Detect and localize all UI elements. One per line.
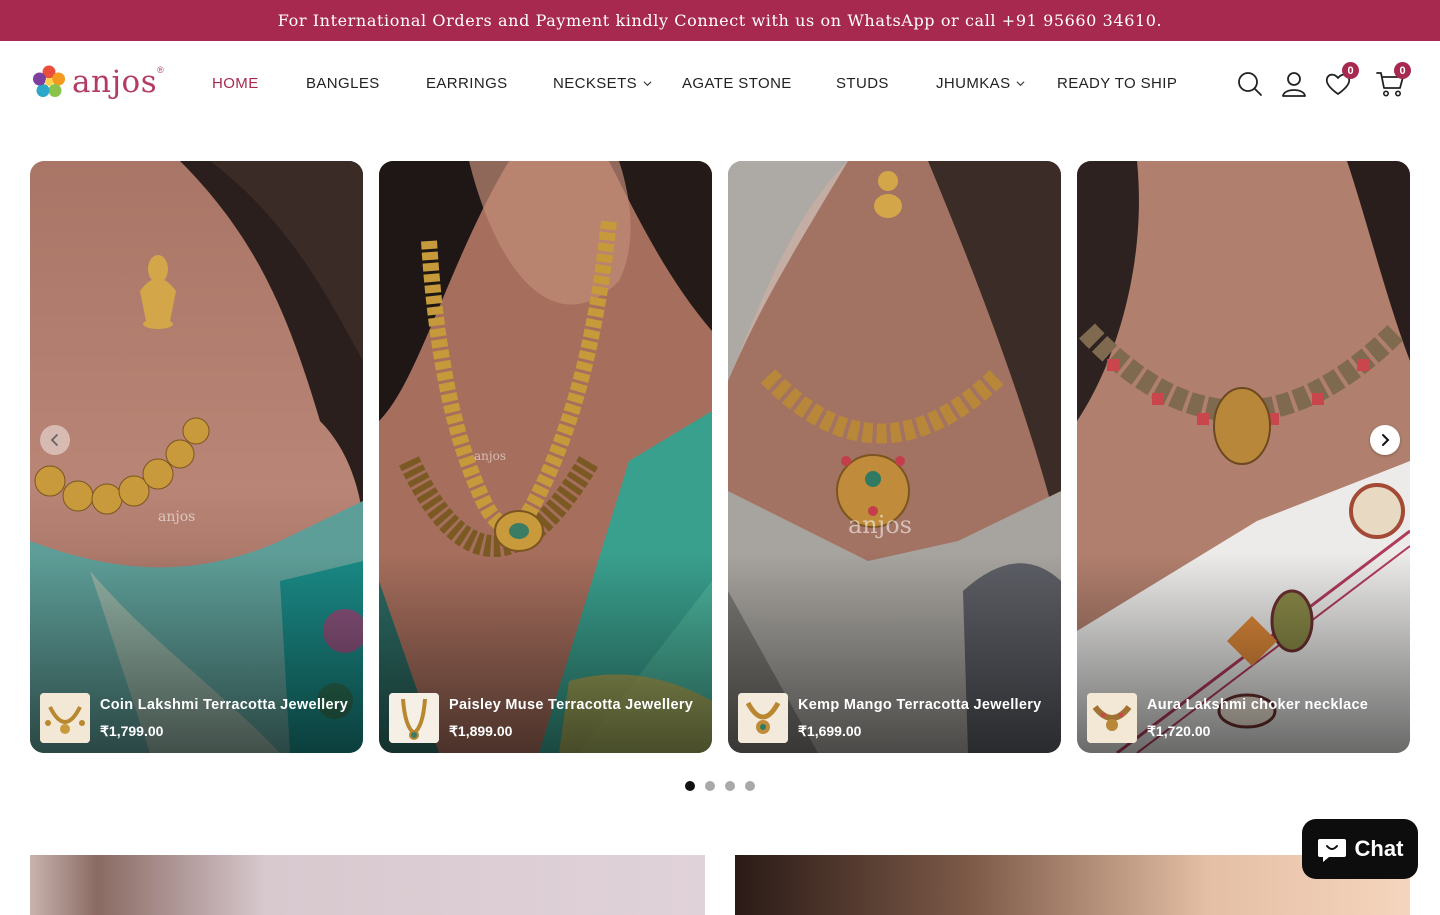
carousel-pagination bbox=[0, 781, 1440, 791]
chevron-left-icon bbox=[50, 434, 58, 446]
nav-agate-stone[interactable]: AGATE STONE bbox=[682, 75, 792, 92]
nav-ready-to-ship[interactable]: READY TO SHIP bbox=[1057, 75, 1177, 92]
cart-count-badge: 0 bbox=[1394, 62, 1411, 79]
announcement-text: For International Orders and Payment kin… bbox=[277, 11, 1163, 30]
site-header: anjos ® HOME BANGLES EARRINGS NECKSETS A… bbox=[0, 41, 1440, 125]
product-card[interactable]: Aura Lakshmi choker necklace ₹1,720.00 bbox=[1077, 161, 1410, 753]
carousel-prev-button[interactable] bbox=[40, 425, 70, 455]
product-title: Kemp Mango Terracotta Jewellery bbox=[798, 696, 1042, 713]
nav-studs[interactable]: STUDS bbox=[836, 75, 889, 92]
chat-button[interactable]: Chat bbox=[1302, 819, 1418, 879]
product-title: Aura Lakshmi choker necklace bbox=[1147, 696, 1369, 713]
watermark-text: anjos bbox=[158, 509, 196, 525]
carousel-dot-4[interactable] bbox=[745, 781, 755, 791]
wishlist-count-badge: 0 bbox=[1342, 62, 1359, 79]
nav-bangles[interactable]: BANGLES bbox=[306, 75, 380, 92]
product-thumbnail bbox=[1087, 693, 1137, 743]
product-thumbnail bbox=[738, 693, 788, 743]
carousel-dot-3[interactable] bbox=[725, 781, 735, 791]
chat-label: Chat bbox=[1354, 836, 1404, 861]
watermark-text: anjos bbox=[474, 449, 506, 463]
product-thumbnail bbox=[389, 693, 439, 743]
cart-button[interactable]: 0 bbox=[1376, 62, 1411, 98]
carousel-next-button[interactable] bbox=[1370, 425, 1400, 455]
product-card[interactable]: anjos Paisley Muse Terracotta Jewellery … bbox=[379, 161, 712, 753]
chevron-right-icon bbox=[1382, 434, 1390, 446]
carousel-dot-1[interactable] bbox=[685, 781, 695, 791]
wishlist-button[interactable]: 0 bbox=[1324, 62, 1359, 98]
product-info[interactable]: Aura Lakshmi choker necklace ₹1,720.00 bbox=[1087, 693, 1402, 743]
product-thumbnail bbox=[40, 693, 90, 743]
nav-necksets[interactable]: NECKSETS bbox=[553, 75, 652, 92]
carousel-dot-2[interactable] bbox=[705, 781, 715, 791]
product-title: Coin Lakshmi Terracotta Jewellery bbox=[100, 696, 349, 713]
product-price: ₹1,699.00 bbox=[798, 722, 862, 739]
product-card[interactable]: anjos Kemp Mango Terracotta Jewellery ₹1… bbox=[728, 161, 1061, 753]
user-icon[interactable] bbox=[1280, 70, 1308, 98]
product-info[interactable]: Kemp Mango Terracotta Jewellery ₹1,699.0… bbox=[738, 693, 1053, 743]
nav-home[interactable]: HOME bbox=[212, 75, 259, 92]
promo-banner-left[interactable] bbox=[30, 855, 705, 915]
chevron-down-icon bbox=[643, 81, 652, 87]
product-video-carousel: anjos Coin Lakshmi Terracotta Jewellery … bbox=[30, 161, 1410, 753]
chevron-down-icon bbox=[1017, 81, 1025, 87]
nav-jhumkas[interactable]: JHUMKAS bbox=[936, 75, 1025, 92]
product-price: ₹1,720.00 bbox=[1147, 722, 1211, 739]
product-price: ₹1,899.00 bbox=[449, 722, 513, 739]
product-info[interactable]: Paisley Muse Terracotta Jewellery ₹1,899… bbox=[389, 693, 704, 743]
search-icon[interactable] bbox=[1236, 70, 1264, 98]
product-price: ₹1,799.00 bbox=[100, 722, 164, 739]
product-info[interactable]: Coin Lakshmi Terracotta Jewellery ₹1,799… bbox=[40, 693, 355, 743]
main-nav: HOME BANGLES EARRINGS NECKSETS AGATE STO… bbox=[0, 41, 1440, 125]
watermark-text: anjos bbox=[848, 511, 912, 539]
chat-bubble-icon bbox=[1317, 839, 1346, 862]
announcement-bar: For International Orders and Payment kin… bbox=[0, 0, 1440, 41]
nav-earrings[interactable]: EARRINGS bbox=[426, 75, 508, 92]
product-title: Paisley Muse Terracotta Jewellery bbox=[449, 696, 694, 713]
product-card[interactable]: anjos Coin Lakshmi Terracotta Jewellery … bbox=[30, 161, 363, 753]
